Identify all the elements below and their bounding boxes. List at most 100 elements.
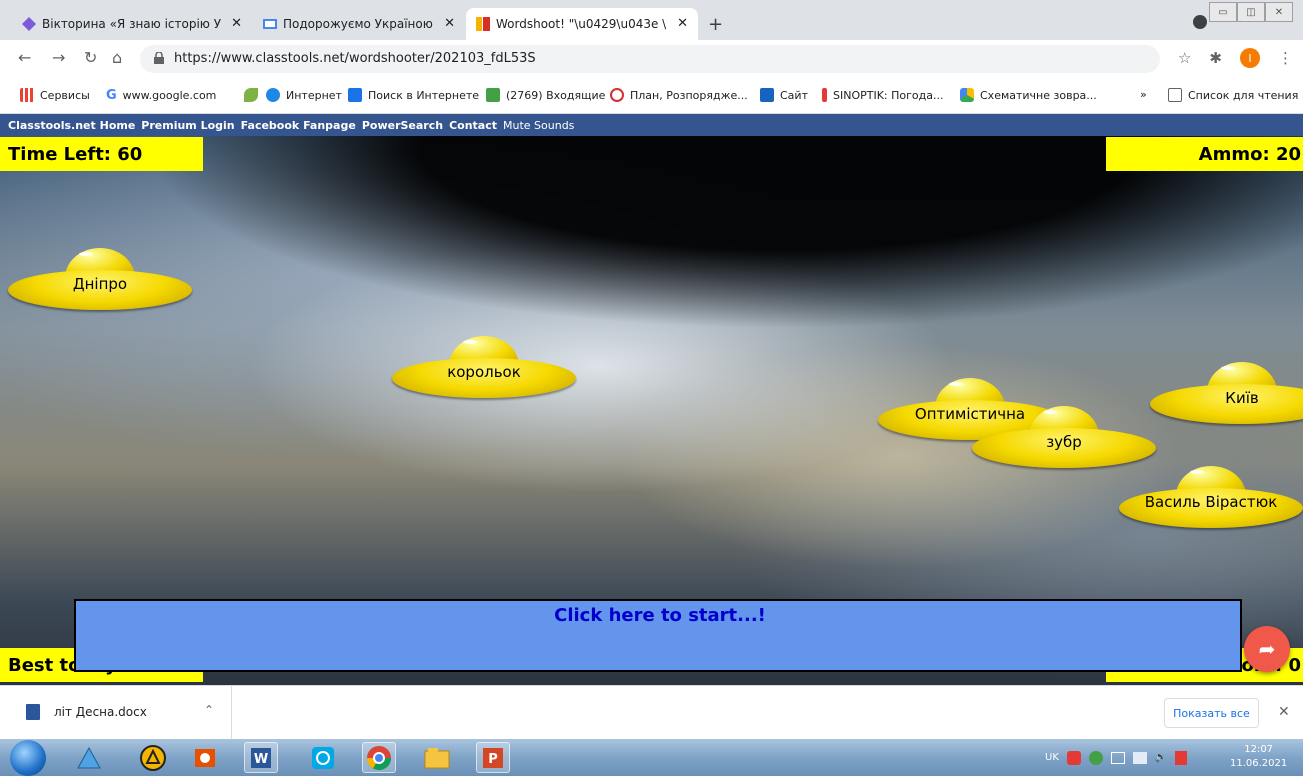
bookmarks-bar: Сервисы G www.google.com Интернет Поиск … bbox=[0, 76, 1303, 114]
download-item[interactable]: літ Десна.docx ⌃ bbox=[0, 686, 232, 740]
file-explorer-icon[interactable] bbox=[420, 742, 454, 773]
powerpoint-app-icon[interactable]: P bbox=[476, 742, 510, 773]
thermometer-icon bbox=[822, 88, 827, 102]
chevron-up-icon[interactable]: ⌃ bbox=[204, 703, 214, 717]
site-navbar: Classtools.net Home Premium Login Facebo… bbox=[0, 114, 1303, 136]
share-arrow-icon[interactable]: ➦ bbox=[1244, 626, 1290, 672]
ufo-word: корольок bbox=[447, 363, 521, 381]
clock-time: 12:07 bbox=[1244, 744, 1274, 755]
reading-list[interactable]: Список для чтения bbox=[1168, 88, 1298, 102]
bookmark-internet[interactable]: Интернет bbox=[266, 88, 342, 102]
network-icon[interactable] bbox=[1132, 751, 1147, 764]
show-all-downloads-button[interactable]: Показать все bbox=[1164, 698, 1259, 728]
ufo-target[interactable]: корольок bbox=[392, 336, 576, 402]
home-icon[interactable]: ⌂ bbox=[112, 48, 122, 67]
apps-grid-icon bbox=[20, 88, 34, 102]
windows-start-icon[interactable] bbox=[10, 740, 46, 776]
bookmarks-overflow[interactable]: » bbox=[1140, 88, 1147, 101]
page-content: Classtools.net Home Premium Login Facebo… bbox=[0, 114, 1303, 685]
update-icon[interactable] bbox=[1088, 750, 1103, 765]
ufo-target[interactable]: Василь Вірастюк bbox=[1119, 466, 1303, 532]
url-text: https://www.classtools.net/wordshooter/2… bbox=[174, 51, 536, 66]
new-tab-button[interactable]: + bbox=[708, 14, 723, 35]
nav-facebook-link[interactable]: Facebook Fanpage bbox=[241, 119, 356, 132]
mail-icon bbox=[486, 88, 500, 102]
bookmark-inbox[interactable]: (2769) Входящие bbox=[486, 88, 605, 102]
close-tab-icon[interactable]: ✕ bbox=[444, 16, 455, 31]
bookmark-site[interactable]: Сайт bbox=[760, 88, 808, 102]
flag-icon[interactable] bbox=[1175, 750, 1188, 765]
google-icon: G bbox=[106, 88, 117, 103]
menu-kebab-icon[interactable]: ⋮ bbox=[1278, 49, 1293, 67]
download-bar: літ Десна.docx ⌃ Показать все ✕ bbox=[0, 685, 1303, 740]
lock-icon bbox=[154, 52, 164, 64]
clock-date: 11.06.2021 bbox=[1230, 758, 1288, 769]
windows-taskbar: W P UK 🔈 12:07 11.06.2021 bbox=[0, 739, 1303, 776]
browser-tab-strip: Вікторина «Я знаю історію Укра ✕ Подорож… bbox=[0, 0, 1303, 40]
shield-icon[interactable] bbox=[1066, 750, 1081, 765]
plan-icon bbox=[610, 88, 624, 102]
mute-sounds-link[interactable]: Mute Sounds bbox=[503, 119, 574, 132]
classtools-favicon-icon bbox=[476, 17, 490, 31]
close-tab-icon[interactable]: ✕ bbox=[677, 16, 688, 31]
system-clock[interactable]: 12:07 11.06.2021 bbox=[1230, 743, 1287, 771]
tab-travel[interactable]: Подорожуємо Україною ✕ bbox=[253, 8, 465, 40]
avatar[interactable]: I bbox=[1240, 48, 1260, 68]
bookmark-leaf[interactable] bbox=[244, 88, 258, 102]
leaf-icon bbox=[244, 88, 258, 102]
alert-app-icon[interactable] bbox=[136, 742, 170, 773]
extensions-puzzle-icon[interactable]: ✱ bbox=[1209, 49, 1222, 67]
bookmark-drive[interactable]: Схематичне зовра... bbox=[960, 88, 1097, 102]
chrome-app-icon[interactable] bbox=[362, 742, 396, 773]
nav-contact-link[interactable]: Contact bbox=[449, 119, 497, 132]
word-doc-icon bbox=[26, 704, 40, 720]
close-window-icon[interactable]: ✕ bbox=[1265, 2, 1293, 22]
ufo-target[interactable]: Дніпро bbox=[8, 248, 192, 314]
bookmark-search[interactable]: Поиск в Интернете bbox=[348, 88, 479, 102]
search-bookmark-icon bbox=[348, 88, 362, 102]
bookmark-plan[interactable]: План, Розпорядже... bbox=[610, 88, 748, 102]
back-arrow-icon[interactable]: ← bbox=[18, 48, 31, 67]
device-icon[interactable] bbox=[1110, 751, 1125, 764]
ufo-word: Київ bbox=[1225, 389, 1259, 407]
toolbar-actions: ☆ ✱ I ⋮ bbox=[1178, 48, 1293, 68]
tab-wordshoot[interactable]: Wordshoot! "\u0429\u043e \u04 ✕ bbox=[466, 8, 698, 40]
forward-arrow-icon[interactable]: → bbox=[52, 48, 65, 67]
ammo-display: Ammo: 20 bbox=[1106, 137, 1303, 171]
word-app-icon[interactable]: W bbox=[244, 742, 278, 773]
start-button[interactable]: Click here to start...! bbox=[74, 599, 1242, 672]
window-controls: ▭ ◫ ✕ bbox=[1209, 2, 1293, 22]
reload-icon[interactable]: ↻ bbox=[84, 48, 97, 67]
address-bar[interactable]: https://www.classtools.net/wordshooter/2… bbox=[140, 45, 1160, 73]
travel-favicon-icon bbox=[263, 19, 277, 29]
maximize-icon[interactable]: ◫ bbox=[1237, 2, 1265, 22]
bookmark-sinoptik[interactable]: SINOPTIK: Погода... bbox=[822, 88, 943, 102]
ufo-target[interactable]: Київ bbox=[1150, 362, 1303, 428]
outlook-app-icon[interactable] bbox=[188, 742, 222, 773]
volume-icon[interactable]: 🔈 bbox=[1155, 752, 1167, 763]
ufo-word: Дніпро bbox=[72, 275, 128, 293]
nav-powersearch-link[interactable]: PowerSearch bbox=[362, 119, 443, 132]
nav-premium-login-link[interactable]: Premium Login bbox=[141, 119, 234, 132]
svg-text:W: W bbox=[254, 752, 268, 767]
home-app-icon[interactable] bbox=[306, 742, 340, 773]
minimize-icon[interactable]: ▭ bbox=[1209, 2, 1237, 22]
language-indicator[interactable]: UK bbox=[1045, 752, 1059, 763]
triangle-app-icon[interactable] bbox=[72, 742, 106, 773]
system-tray: UK 🔈 bbox=[1045, 739, 1188, 776]
download-filename: літ Десна.docx bbox=[54, 705, 147, 719]
ufo-target[interactable]: зубр bbox=[972, 406, 1156, 472]
profile-indicator-icon[interactable] bbox=[1193, 15, 1207, 29]
bookmark-star-icon[interactable]: ☆ bbox=[1178, 49, 1191, 67]
svg-text:P: P bbox=[488, 752, 498, 767]
bookmark-google[interactable]: G www.google.com bbox=[106, 88, 216, 103]
drive-icon bbox=[960, 88, 974, 102]
close-tab-icon[interactable]: ✕ bbox=[231, 16, 242, 31]
close-icon[interactable]: ✕ bbox=[1278, 704, 1290, 720]
tab-quiz[interactable]: Вікторина «Я знаю історію Укра ✕ bbox=[12, 8, 252, 40]
start-prompt: Click here to start...! bbox=[554, 605, 766, 626]
bookmark-services[interactable]: Сервисы bbox=[20, 88, 90, 102]
reading-list-icon bbox=[1168, 88, 1182, 102]
nav-home-link[interactable]: Classtools.net Home bbox=[8, 119, 135, 132]
site-icon bbox=[760, 88, 774, 102]
